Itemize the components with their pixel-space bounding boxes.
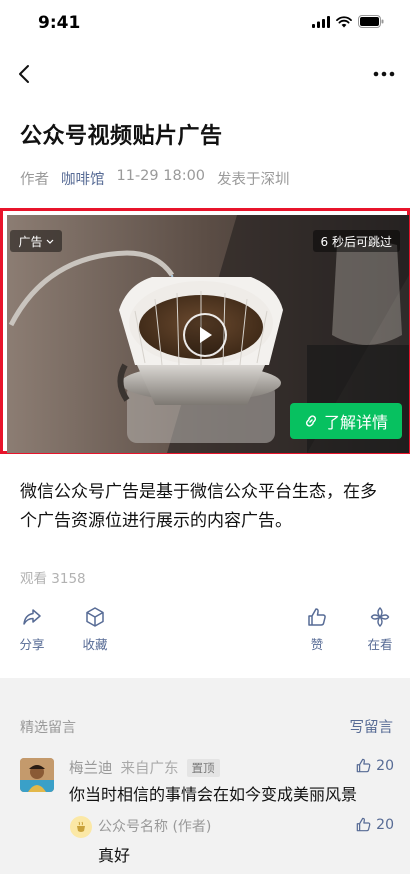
user-avatar-image xyxy=(20,758,54,792)
reply-text: 真好 xyxy=(98,846,131,865)
watching-label: 在看 xyxy=(367,637,393,652)
share-icon xyxy=(23,609,41,625)
article-body: 微信公众号广告是基于微信公众平台生态，在多个广告资源位进行展示的内容广告。 xyxy=(20,482,377,531)
author-label: 作者 xyxy=(20,172,49,188)
share-button[interactable]: 分享 xyxy=(12,606,52,653)
wifi-icon xyxy=(336,15,352,27)
article-meta: 作者 咖啡馆 11-29 18:00 发表于深圳 xyxy=(20,168,302,189)
link-icon xyxy=(305,415,317,427)
like-button[interactable]: 赞 xyxy=(297,606,337,653)
like-label: 赞 xyxy=(310,637,324,652)
more-dots-icon xyxy=(373,71,395,77)
reply-like-count: 20 xyxy=(376,816,394,833)
watching-button[interactable]: 在看 xyxy=(360,606,400,653)
play-icon xyxy=(200,327,212,343)
account-name-link[interactable]: 咖啡馆 xyxy=(61,168,105,189)
pinned-badge: 置顶 xyxy=(186,758,220,777)
learn-more-button[interactable]: 了解详情 xyxy=(290,403,402,439)
article-title: 公众号视频贴片广告 xyxy=(20,124,223,149)
battery-icon xyxy=(358,15,384,28)
thumbs-up-icon xyxy=(308,608,326,626)
action-bar: 分享 收藏 赞 在看 xyxy=(0,606,410,662)
comments-section: 精选留言 写留言 梅兰迪 来自广东 置顶 20 你当时相信的事情会在如今变成美丽… xyxy=(0,678,410,874)
view-count: 观看 3158 xyxy=(20,571,86,587)
learn-more-label: 了解详情 xyxy=(323,413,388,432)
skip-ad-button[interactable]: 6 秒后可跳过 xyxy=(312,230,400,252)
chevron-left-icon xyxy=(19,65,29,83)
share-label: 分享 xyxy=(19,637,45,652)
thumbs-up-icon xyxy=(356,758,371,773)
back-button[interactable] xyxy=(10,60,38,88)
comment-text: 你当时相信的事情会在如今变成美丽风景 xyxy=(69,785,358,804)
avatar[interactable] xyxy=(20,758,54,792)
comment-author-row: 梅兰迪 来自广东 置顶 xyxy=(69,757,220,778)
collect-button[interactable]: 收藏 xyxy=(75,606,115,653)
status-bar: 9:41 xyxy=(0,0,410,48)
more-button[interactable] xyxy=(370,60,398,88)
status-time: 9:41 xyxy=(38,13,81,33)
thumbs-up-icon xyxy=(356,817,371,832)
skip-ad-label: 6 秒后可跳过 xyxy=(320,234,392,249)
comment-author[interactable]: 梅兰迪 xyxy=(69,757,113,778)
ad-tag-label: 广告 xyxy=(18,234,43,249)
reply-avatar xyxy=(70,816,92,838)
reply-author: 公众号名称 (作者) xyxy=(98,819,212,835)
collect-label: 收藏 xyxy=(82,637,108,652)
watching-icon xyxy=(370,607,390,627)
account-logo-icon xyxy=(77,821,85,832)
cube-icon xyxy=(86,607,104,627)
comment-location: 来自广东 xyxy=(120,761,179,777)
publish-datetime: 11-29 18:00 xyxy=(116,168,206,184)
publish-location: 发表于深圳 xyxy=(217,172,290,188)
ad-tag-button[interactable]: 广告 xyxy=(10,230,62,252)
play-button[interactable] xyxy=(183,313,227,357)
status-icons xyxy=(312,15,384,28)
nav-bar xyxy=(0,52,410,96)
comment-like-button[interactable]: 20 xyxy=(355,757,394,774)
chevron-down-icon xyxy=(46,239,53,244)
comments-title: 精选留言 xyxy=(20,720,76,736)
write-comment-button[interactable]: 写留言 xyxy=(350,716,394,737)
cellular-signal-icon xyxy=(312,15,330,28)
reply-like-button[interactable]: 20 xyxy=(355,816,394,833)
comment-like-count: 20 xyxy=(376,757,394,774)
